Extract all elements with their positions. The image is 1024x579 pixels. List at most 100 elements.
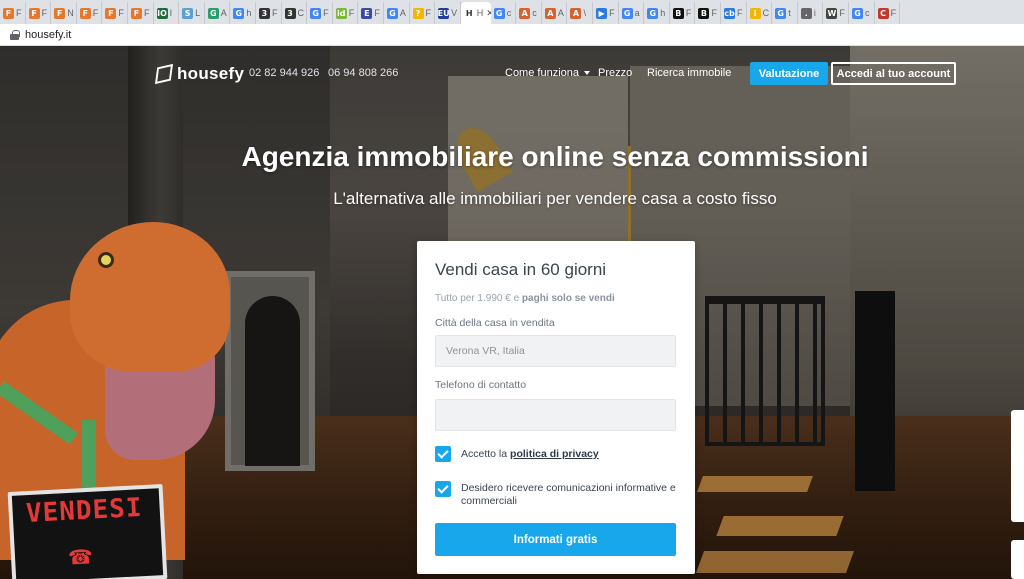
favicon-icon: F	[130, 7, 142, 19]
hero-title: Agenzia immobiliare online senza commiss…	[241, 141, 869, 172]
browser-tab[interactable]: FF	[0, 2, 26, 24]
address-bar[interactable]: housefy.it	[0, 24, 1024, 46]
favicon-icon: i	[749, 7, 761, 19]
form-price-note-bold: paghi solo se vendi	[521, 293, 615, 304]
browser-tab[interactable]: .i	[798, 2, 824, 24]
browser-tab[interactable]: Gh	[230, 2, 256, 24]
phone-input[interactable]	[435, 399, 676, 431]
favicon-icon: F	[79, 7, 91, 19]
browser-tab[interactable]: Gt	[772, 2, 798, 24]
favicon-icon: G	[386, 7, 398, 19]
browser-tab[interactable]: Ga	[619, 2, 645, 24]
browser-tab-label: F	[271, 8, 278, 18]
favicon-icon: G	[493, 7, 505, 19]
favicon-icon: EU	[437, 7, 450, 19]
browser-tab-label: A	[557, 8, 564, 18]
url-text[interactable]: housefy.it	[25, 29, 71, 41]
housefy-logo[interactable]: housefy	[154, 63, 245, 85]
browser-tab-label: F	[16, 8, 22, 18]
side-feedback-widget[interactable]	[1011, 410, 1024, 522]
browser-tab[interactable]: BF	[670, 2, 696, 24]
browser-tab-label: F	[348, 8, 355, 18]
chevron-down-icon	[584, 71, 590, 76]
browser-tab[interactable]: AA	[542, 2, 568, 24]
privacy-checkbox[interactable]	[435, 446, 451, 462]
favicon-icon: B	[698, 7, 710, 19]
browser-tab[interactable]: WF	[823, 2, 849, 24]
favicon-icon: H	[463, 7, 475, 19]
browser-tab[interactable]: Gc	[491, 2, 517, 24]
browser-tab[interactable]: 3F	[256, 2, 282, 24]
browser-tab-label: c	[506, 8, 512, 18]
browser-tab-label: H	[476, 8, 484, 18]
favicon-icon: .	[800, 7, 812, 19]
browser-tab-label: F	[737, 8, 743, 18]
browser-tab[interactable]: GF	[307, 2, 333, 24]
browser-tab-label: F	[323, 8, 329, 18]
accedi-account-button[interactable]: Accedi al tuo account	[831, 62, 956, 85]
browser-tab[interactable]: Gc	[849, 2, 875, 24]
browser-tab-label: F	[425, 8, 432, 18]
dinosaur-head	[70, 222, 230, 372]
hero-subtitle: L'alternativa alle immobiliari per vende…	[333, 189, 777, 208]
browser-tab-label: F	[890, 8, 897, 18]
browser-tab-label: F	[374, 8, 380, 18]
favicon-icon: F	[54, 7, 66, 19]
browser-tab[interactable]: FF	[77, 2, 103, 24]
browser-tab[interactable]: BF	[695, 2, 722, 24]
phone-number-milano[interactable]: 02 82 944 926	[249, 67, 319, 79]
browser-tab[interactable]: IO I	[154, 2, 180, 24]
browser-tab[interactable]: Gh	[644, 2, 670, 24]
browser-tab[interactable]: A \	[567, 2, 594, 24]
browser-tab[interactable]: CF	[875, 2, 901, 24]
side-widget[interactable]	[1011, 540, 1024, 579]
informati-gratis-button[interactable]: Informati gratis	[435, 523, 676, 556]
browser-tab-label: c	[532, 8, 537, 18]
nav-prezzo[interactable]: Prezzo	[598, 67, 632, 79]
browser-tab[interactable]: EU V	[435, 2, 461, 24]
telephone-icon: ☎	[67, 546, 94, 570]
newsletter-label: Desidero ricevere comunicazioni informat…	[461, 482, 676, 507]
browser-tab-label: F	[118, 8, 124, 18]
browser-tab-label: F	[41, 8, 48, 18]
privacy-label: Accetto la politica di privacy	[461, 448, 599, 461]
valutazione-button[interactable]: Valutazione	[750, 62, 828, 85]
browser-tab-label: h	[660, 8, 666, 18]
favicon-icon: 3	[258, 7, 270, 19]
nav-come-funziona[interactable]: Come funziona	[505, 67, 590, 79]
browser-tab-label: A	[399, 8, 406, 18]
browser-tab[interactable]: GA	[384, 2, 410, 24]
browser-tab[interactable]: iC	[747, 2, 773, 24]
browser-tab[interactable]: SL	[179, 2, 205, 24]
browser-tab[interactable]: Ac	[516, 2, 542, 24]
browser-tab[interactable]: FF	[128, 2, 154, 24]
browser-tab[interactable]: FF	[102, 2, 128, 24]
nav-ricerca-immobile[interactable]: Ricerca immobile	[647, 67, 731, 79]
phone-number-roma[interactable]: 06 94 808 266	[328, 67, 398, 79]
favicon-icon: E	[361, 7, 373, 19]
browser-tab[interactable]: EF	[358, 2, 384, 24]
city-input[interactable]: Verona VR, Italia	[435, 335, 676, 367]
privacy-policy-link[interactable]: politica di privacy	[510, 448, 599, 460]
browser-tab[interactable]: H H ✕	[460, 2, 491, 24]
favicon-icon: cb	[724, 7, 736, 19]
newsletter-checkbox[interactable]	[435, 481, 451, 497]
vendesi-sign-text: VENDESI	[25, 492, 144, 530]
browser-tab[interactable]: ▶ F	[593, 2, 619, 24]
form-price-note: Tutto per 1.990 € e paghi solo se vendi	[435, 293, 615, 304]
browser-tab[interactable]: id F	[333, 2, 359, 24]
browser-tab[interactable]: FF	[26, 2, 52, 24]
logo-text: housefy	[177, 64, 245, 83]
browser-tab[interactable]: 3C	[282, 2, 308, 24]
phone-label: Telefono di contatto	[435, 379, 527, 391]
browser-tab[interactable]: ? F	[410, 2, 436, 24]
favicon-icon: F	[28, 7, 40, 19]
favicon-icon: G	[775, 7, 787, 19]
favicon-icon: G	[207, 7, 219, 19]
browser-tab[interactable]: FN	[51, 2, 77, 24]
browser-tab[interactable]: GA	[205, 2, 231, 24]
favicon-icon: ?	[412, 7, 424, 19]
browser-tab-strip: F F F F F N F F F F F F IO I S L G A Gh 3 F 3 C G Fid F E F G A? F EU V H…	[0, 0, 1024, 24]
browser-tab[interactable]: cb F	[721, 2, 747, 24]
favicon-icon: ▶	[596, 7, 608, 19]
